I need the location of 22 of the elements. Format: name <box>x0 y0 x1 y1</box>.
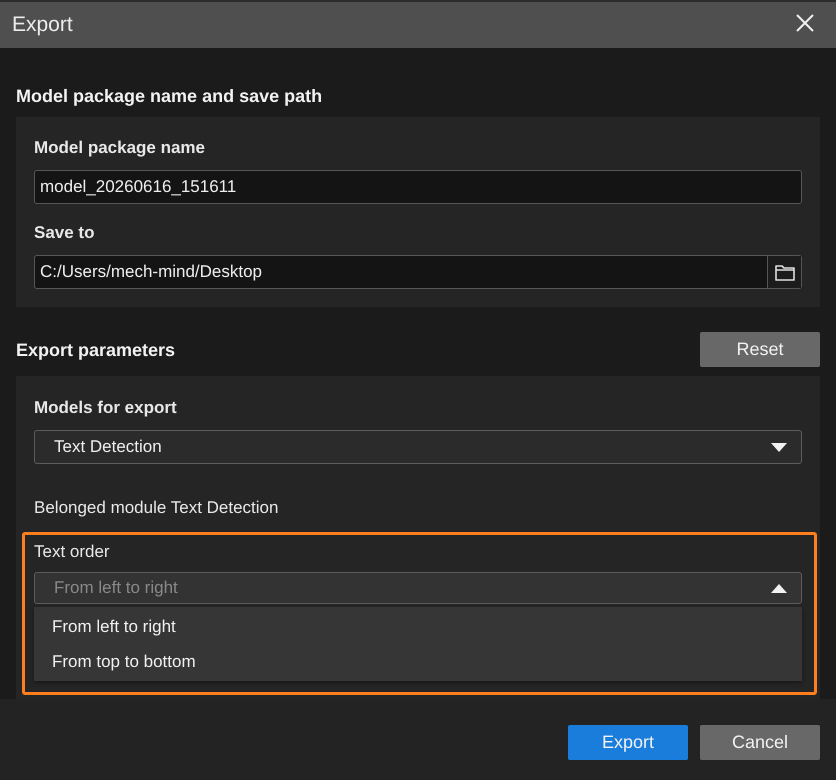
path-field[interactable]: C:/Users/mech-mind/Desktop <box>34 255 802 289</box>
browse-folder-button[interactable] <box>767 256 801 288</box>
text-field[interactable]: model_20260616_151611 <box>34 170 802 204</box>
dropdown[interactable]: Text Detection <box>34 430 802 464</box>
module-note: Belonged module Text Detection <box>34 497 280 519</box>
close-icon <box>796 14 814 32</box>
dropdown-option[interactable]: From top to bottom <box>34 644 802 679</box>
caret-down-icon <box>771 442 787 452</box>
section-heading: Export parameters <box>16 338 176 362</box>
export-button[interactable]: Export <box>568 725 688 760</box>
window-title: Export <box>12 13 73 37</box>
cancel-button[interactable]: Cancel <box>700 725 820 760</box>
field-label: Text order <box>34 541 111 563</box>
reset-button[interactable]: Reset <box>700 332 820 367</box>
dropdown[interactable]: From left to right <box>34 572 802 604</box>
section-heading: Model package name and save path <box>16 85 324 108</box>
dropdown-option[interactable]: From left to right <box>34 609 802 644</box>
field-label: Save to <box>34 222 96 244</box>
folder-icon <box>774 264 794 280</box>
caret-up-icon <box>771 584 787 592</box>
field-label: Model package name <box>34 137 206 159</box>
field-label: Models for export <box>34 397 178 419</box>
